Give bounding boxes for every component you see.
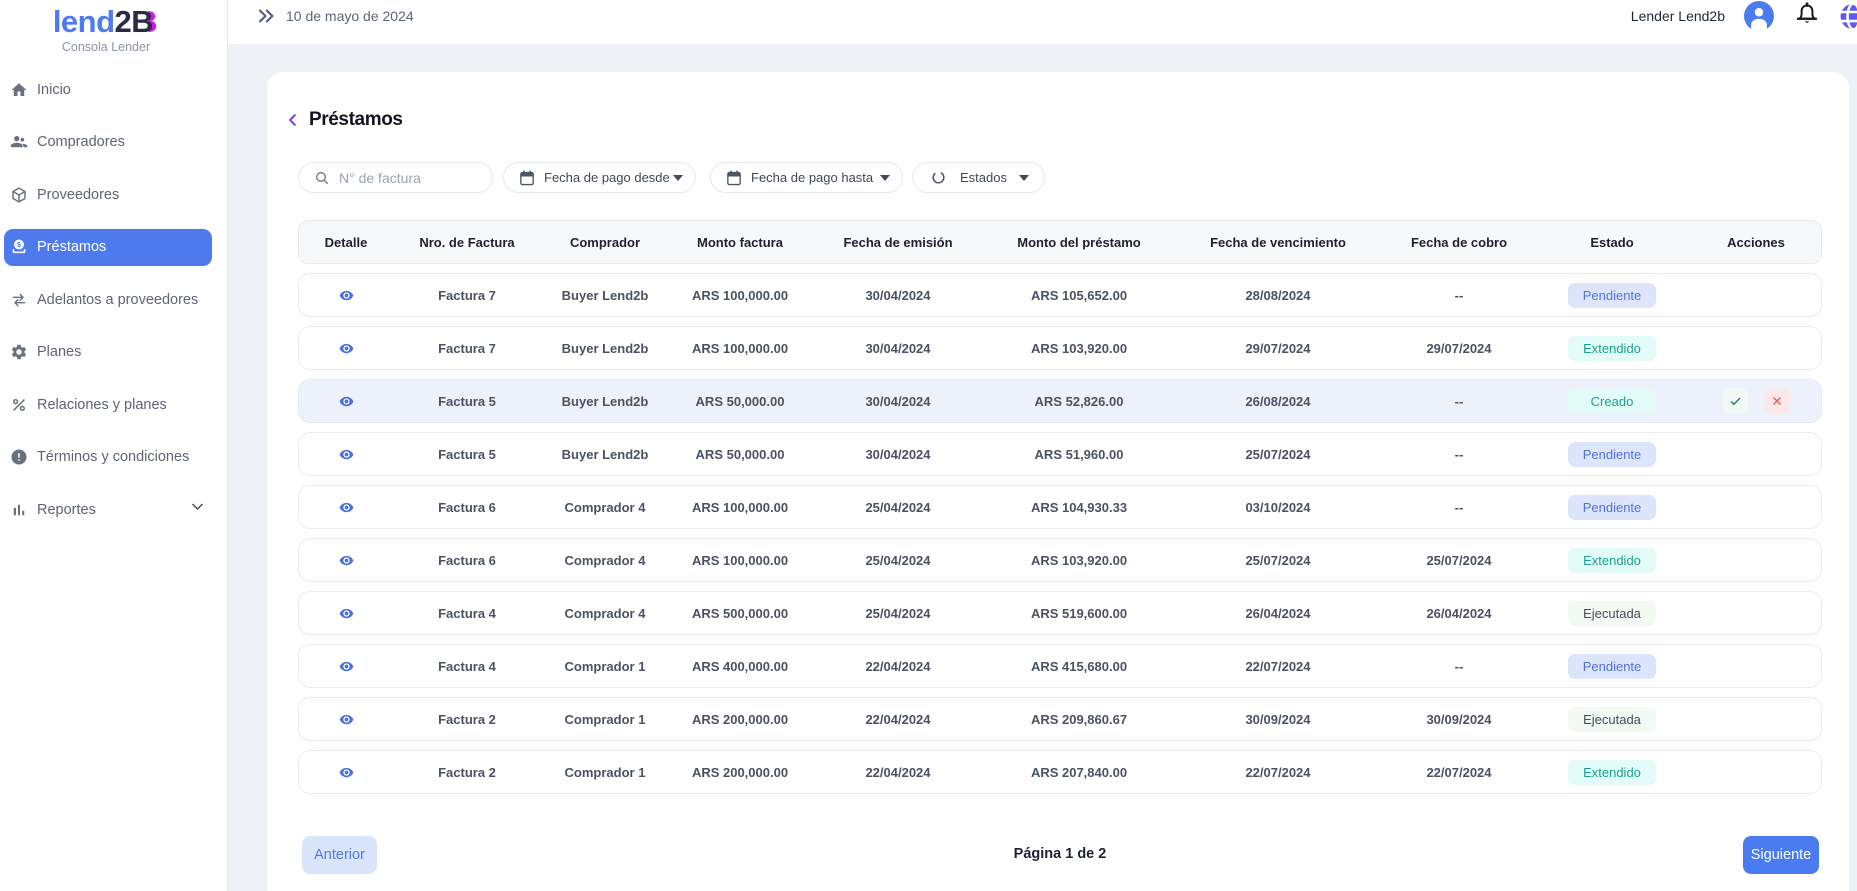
svg-text:$: $ — [17, 241, 21, 249]
